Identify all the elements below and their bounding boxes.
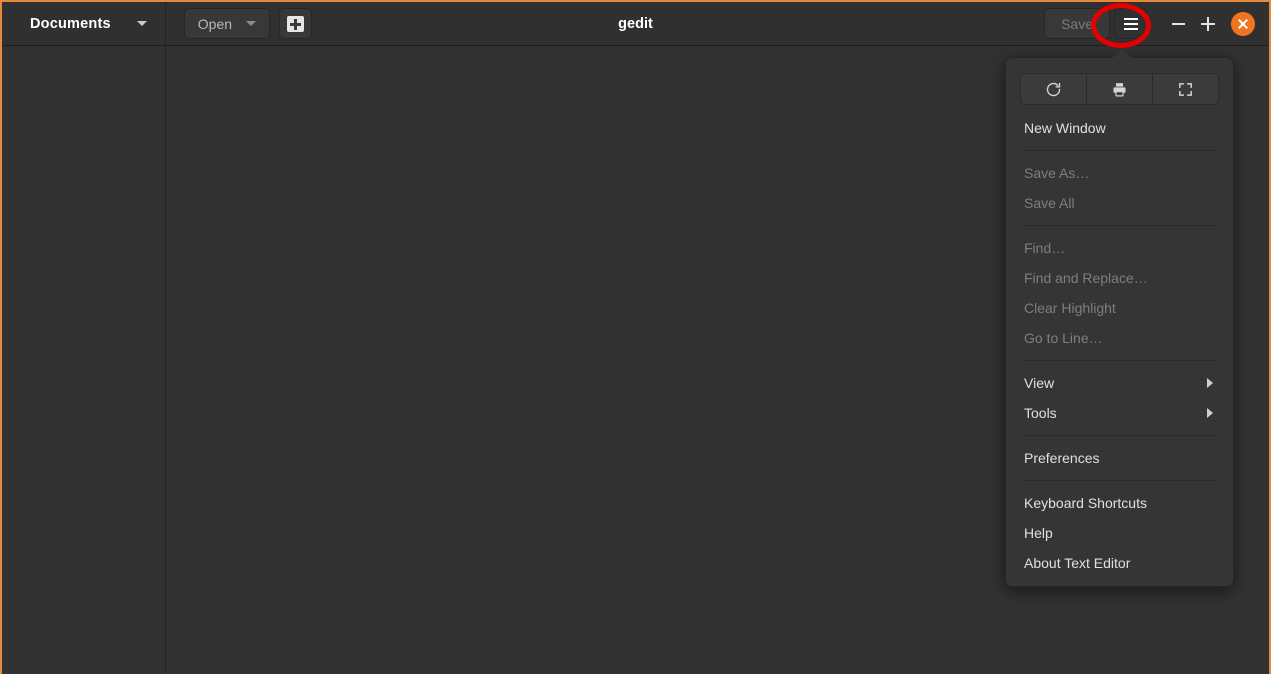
menu-separator — [1022, 435, 1217, 436]
menu-separator — [1022, 225, 1217, 226]
side-panel[interactable] — [2, 46, 166, 674]
maximize-button[interactable] — [1193, 9, 1223, 39]
chevron-right-icon — [1207, 408, 1213, 418]
menu-item[interactable]: View — [1006, 368, 1233, 398]
menu-item[interactable]: New Window — [1006, 113, 1233, 143]
minimize-button[interactable] — [1163, 9, 1193, 39]
menu-item: Find… — [1006, 233, 1233, 263]
menu-item-label: New Window — [1024, 120, 1106, 136]
minimize-icon — [1171, 22, 1185, 25]
header-left-group: Documents Open — [2, 2, 313, 45]
menu-item-label: Save As… — [1024, 165, 1090, 181]
new-document-button[interactable] — [279, 8, 313, 39]
chevron-down-icon — [246, 21, 257, 26]
menu-item: Find and Replace… — [1006, 263, 1233, 293]
menu-item-label: Go to Line… — [1024, 330, 1103, 346]
menu-icon-button-row — [1020, 73, 1219, 105]
fullscreen-button[interactable] — [1153, 74, 1218, 104]
header-bar: Documents Open gedit Save — [2, 2, 1269, 46]
menu-item-label: About Text Editor — [1024, 555, 1131, 571]
open-button-label: Open — [197, 15, 233, 32]
menu-item-label: View — [1024, 375, 1055, 391]
menu-item: Go to Line… — [1006, 323, 1233, 353]
close-icon — [1237, 18, 1249, 30]
open-button[interactable]: Open — [183, 8, 271, 39]
menu-item[interactable]: Help — [1006, 518, 1233, 548]
main-menu-popover: New Window Save As… Save All Find… Find and … — [1005, 49, 1234, 587]
header-actions-group: Open — [183, 8, 313, 39]
menu-item[interactable]: Preferences — [1006, 443, 1233, 473]
chevron-right-icon — [1207, 378, 1213, 388]
close-button[interactable] — [1231, 11, 1255, 36]
popover-arrow — [1112, 49, 1132, 58]
hamburger-menu-icon — [1123, 22, 1138, 25]
menu-item-label: Find… — [1024, 240, 1066, 256]
menu-item: Save All — [1006, 188, 1233, 218]
menu-item[interactable]: About Text Editor — [1006, 548, 1233, 578]
hamburger-menu-button[interactable] — [1114, 8, 1147, 39]
menu-item: Clear Highlight — [1006, 293, 1233, 323]
reload-button[interactable] — [1021, 74, 1087, 104]
menu-item-label: Save All — [1024, 195, 1075, 211]
chevron-down-icon — [136, 21, 147, 26]
save-button-label: Save — [1061, 15, 1093, 32]
menu-separator — [1022, 480, 1217, 481]
menu-item-label: Find and Replace… — [1024, 270, 1148, 286]
maximize-icon — [1201, 16, 1215, 31]
header-right-group: Save — [1044, 8, 1269, 39]
menu-item-label: Help — [1024, 525, 1053, 541]
menu-item[interactable]: Keyboard Shortcuts — [1006, 488, 1233, 518]
new-document-icon — [287, 15, 305, 32]
save-button[interactable]: Save — [1044, 8, 1110, 39]
menu-separator — [1022, 360, 1217, 361]
menu-item-label: Clear Highlight — [1024, 300, 1116, 316]
hamburger-menu-icon — [1123, 27, 1138, 30]
menu-item[interactable]: Tools — [1006, 398, 1233, 428]
menu-separator — [1022, 150, 1217, 151]
gedit-window: Documents Open gedit Save New Window Sav… — [0, 0, 1271, 674]
menu-item-label: Keyboard Shortcuts — [1024, 495, 1147, 511]
documents-button[interactable]: Documents — [2, 2, 166, 45]
menu-item-label: Preferences — [1024, 450, 1100, 466]
documents-button-label: Documents — [30, 15, 111, 32]
menu-item-label: Tools — [1024, 405, 1057, 421]
menu-item: Save As… — [1006, 158, 1233, 188]
hamburger-menu-icon — [1123, 17, 1138, 20]
menu-items-list: New Window Save As… Save All Find… Find and … — [1006, 113, 1233, 578]
print-button[interactable] — [1087, 74, 1153, 104]
